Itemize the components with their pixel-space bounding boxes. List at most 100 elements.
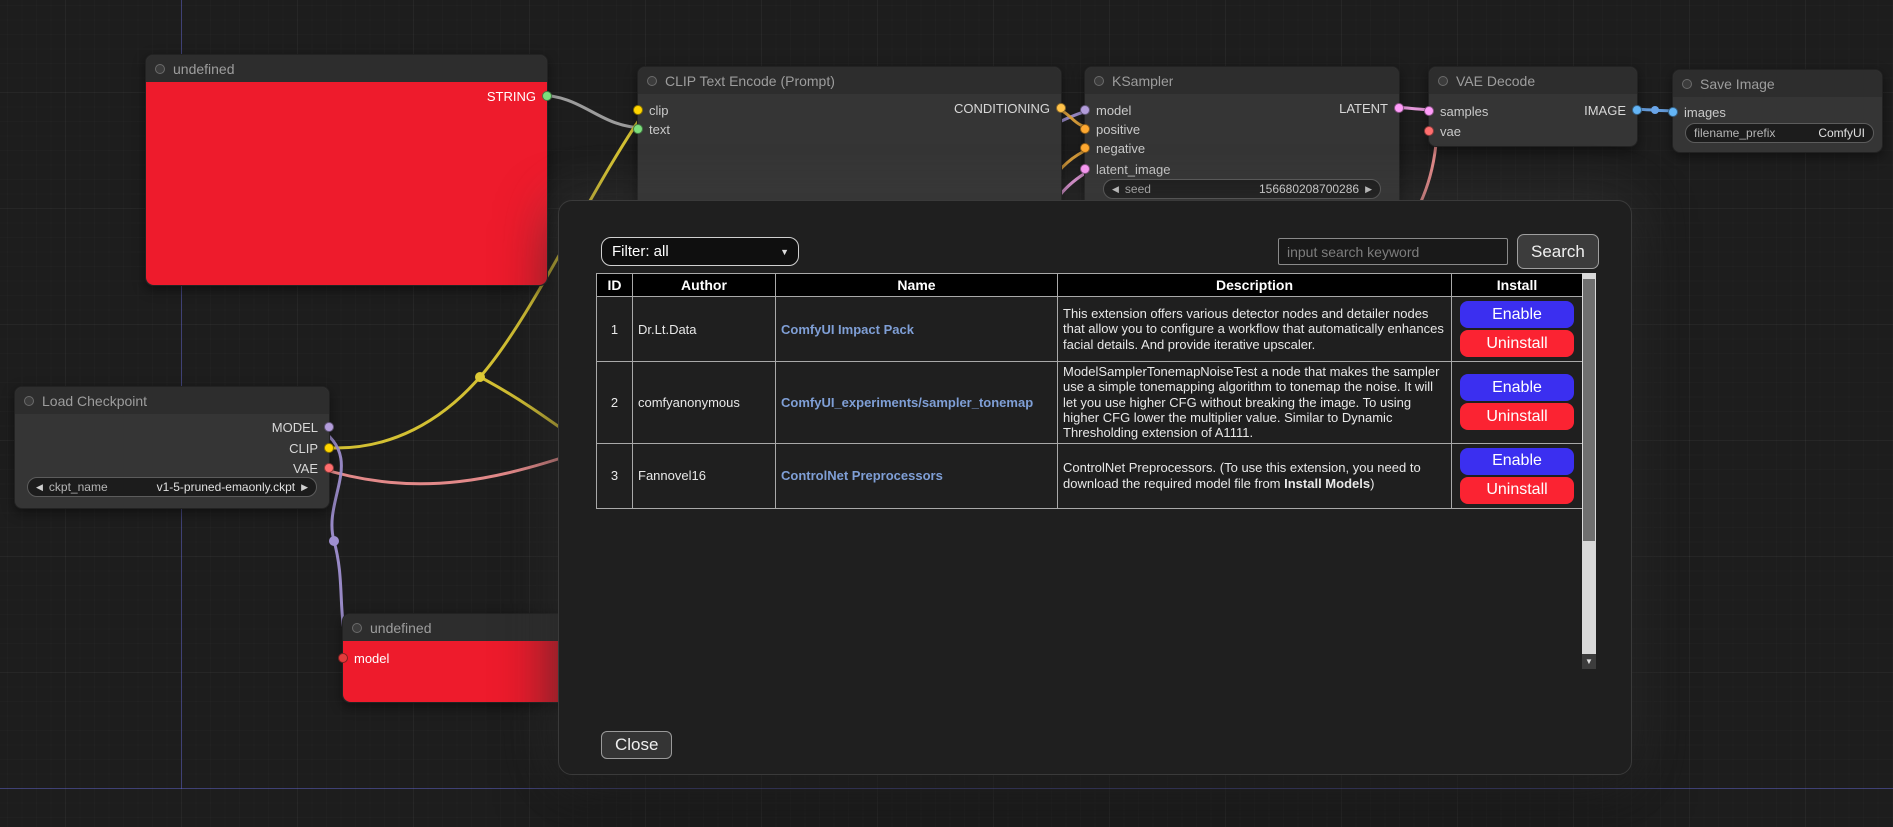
slot-dot[interactable] xyxy=(1080,164,1090,174)
node-title: undefined xyxy=(173,61,235,77)
slot-dot[interactable] xyxy=(633,105,643,115)
close-button[interactable]: Close xyxy=(601,731,672,759)
extension-link[interactable]: ComfyUI Impact Pack xyxy=(781,322,914,337)
search-button[interactable]: Search xyxy=(1517,234,1599,269)
uninstall-button[interactable]: Uninstall xyxy=(1460,477,1574,504)
collapse-dot-icon[interactable] xyxy=(1682,79,1692,89)
slot-label: vae xyxy=(1440,124,1461,139)
slot-dot[interactable] xyxy=(1632,105,1642,115)
slot-dot[interactable] xyxy=(1424,126,1434,136)
slot-dot[interactable] xyxy=(1080,124,1090,134)
slot-dot[interactable] xyxy=(338,653,348,663)
search-input[interactable] xyxy=(1278,238,1508,265)
extensions-table-body: 1Dr.Lt.DataComfyUI Impact PackThis exten… xyxy=(597,297,1583,509)
output-slot-image[interactable]: IMAGE xyxy=(1584,103,1642,117)
uninstall-button[interactable]: Uninstall xyxy=(1460,403,1574,430)
slot-dot[interactable] xyxy=(542,91,552,101)
input-slot-vae[interactable]: vae xyxy=(1424,124,1461,138)
uninstall-button[interactable]: Uninstall xyxy=(1460,330,1574,357)
slot-dot[interactable] xyxy=(1668,107,1678,117)
node-header[interactable]: undefined xyxy=(146,55,547,82)
filename-prefix-widget[interactable]: filename_prefix ComfyUI xyxy=(1685,123,1874,143)
arrow-right-icon[interactable]: ▶ xyxy=(301,482,308,493)
reroute-dot[interactable] xyxy=(1651,106,1659,114)
input-slot-model[interactable]: model xyxy=(338,651,389,665)
seed-widget[interactable]: ◀ seed 156680208700286 ▶ xyxy=(1103,179,1381,199)
slot-dot[interactable] xyxy=(1080,143,1090,153)
slot-label: STRING xyxy=(487,89,536,104)
node-graph-canvas[interactable]: undefined STRING CLIP Text Encode (Promp… xyxy=(0,0,1893,827)
slot-label: LATENT xyxy=(1339,101,1388,116)
slot-label: samples xyxy=(1440,104,1488,119)
node-vae-decode: VAE Decode samples vae IMAGE xyxy=(1428,66,1638,147)
slot-label: model xyxy=(354,651,389,666)
slot-dot[interactable] xyxy=(324,443,334,453)
slot-label: model xyxy=(1096,103,1131,118)
input-slot-clip[interactable]: clip xyxy=(633,103,669,117)
scrollbar-thumb[interactable] xyxy=(1583,279,1595,541)
extension-author-cell: comfyanonymous xyxy=(633,362,776,444)
collapse-dot-icon[interactable] xyxy=(352,623,362,633)
output-slot-vae[interactable]: VAE xyxy=(293,461,334,475)
extensions-table-wrap: ID Author Name Description Install 1Dr.L… xyxy=(596,273,1596,669)
filter-select[interactable]: Filter: all xyxy=(601,237,799,266)
ckpt-name-widget[interactable]: ◀ ckpt_name v1-5-pruned-emaonly.ckpt ▶ xyxy=(27,477,317,497)
node-header[interactable]: CLIP Text Encode (Prompt) xyxy=(638,67,1061,94)
slot-dot[interactable] xyxy=(324,463,334,473)
collapse-dot-icon[interactable] xyxy=(647,76,657,86)
slot-dot[interactable] xyxy=(1056,103,1066,113)
extension-link[interactable]: ControlNet Preprocessors xyxy=(781,468,943,483)
input-slot-model[interactable]: model xyxy=(1080,103,1131,117)
reroute-dot[interactable] xyxy=(329,536,339,546)
extension-description-cell: ModelSamplerTonemapNoiseTest a node that… xyxy=(1058,362,1452,444)
node-undefined-bottom: undefined model xyxy=(342,613,569,703)
scroll-down-arrow-icon[interactable]: ▼ xyxy=(1582,654,1596,669)
extension-id-cell: 3 xyxy=(597,443,633,508)
output-slot-clip[interactable]: CLIP xyxy=(289,441,334,455)
output-slot-model[interactable]: MODEL xyxy=(272,420,334,434)
node-load-checkpoint: Load Checkpoint MODEL CLIP VAE ◀ ckpt_na… xyxy=(14,386,330,509)
header-name: Name xyxy=(776,274,1058,297)
node-header[interactable]: KSampler xyxy=(1085,67,1399,94)
input-slot-negative[interactable]: negative xyxy=(1080,141,1145,155)
node-header[interactable]: undefined xyxy=(343,614,568,641)
extension-name-cell: ComfyUI_experiments/sampler_tonemap xyxy=(776,362,1058,444)
table-scrollbar[interactable]: ▼ xyxy=(1582,273,1596,669)
input-slot-images[interactable]: images xyxy=(1668,105,1726,119)
slot-label: IMAGE xyxy=(1584,103,1626,118)
output-slot-string[interactable]: STRING xyxy=(487,89,552,103)
output-slot-latent[interactable]: LATENT xyxy=(1339,101,1404,115)
widget-value: 156680208700286 xyxy=(1259,182,1359,196)
input-slot-latent-image[interactable]: latent_image xyxy=(1080,162,1170,176)
input-slot-positive[interactable]: positive xyxy=(1080,122,1140,136)
collapse-dot-icon[interactable] xyxy=(1094,76,1104,86)
slot-dot[interactable] xyxy=(1394,103,1404,113)
node-header[interactable]: VAE Decode xyxy=(1429,67,1637,94)
node-header[interactable]: Save Image xyxy=(1673,70,1882,97)
extension-link[interactable]: ComfyUI_experiments/sampler_tonemap xyxy=(781,395,1033,410)
reroute-dot[interactable] xyxy=(475,372,485,382)
extension-row: 2comfyanonymousComfyUI_experiments/sampl… xyxy=(597,362,1583,444)
node-header[interactable]: Load Checkpoint xyxy=(15,387,329,414)
output-slot-conditioning[interactable]: CONDITIONING xyxy=(954,101,1066,115)
arrow-right-icon[interactable]: ▶ xyxy=(1365,184,1372,195)
collapse-dot-icon[interactable] xyxy=(24,396,34,406)
arrow-left-icon[interactable]: ◀ xyxy=(1112,184,1119,195)
enable-button[interactable]: Enable xyxy=(1460,301,1574,328)
slot-dot[interactable] xyxy=(633,124,643,134)
collapse-dot-icon[interactable] xyxy=(1438,76,1448,86)
collapse-dot-icon[interactable] xyxy=(155,64,165,74)
slot-label: negative xyxy=(1096,141,1145,156)
slot-label: images xyxy=(1684,105,1726,120)
slot-dot[interactable] xyxy=(1424,106,1434,116)
widget-value: ComfyUI xyxy=(1818,126,1865,140)
node-title: KSampler xyxy=(1112,73,1173,89)
slot-dot[interactable] xyxy=(324,422,334,432)
input-slot-samples[interactable]: samples xyxy=(1424,104,1488,118)
node-undefined-top: undefined STRING xyxy=(145,54,548,286)
enable-button[interactable]: Enable xyxy=(1460,448,1574,475)
input-slot-text[interactable]: text xyxy=(633,122,670,136)
enable-button[interactable]: Enable xyxy=(1460,374,1574,401)
arrow-left-icon[interactable]: ◀ xyxy=(36,482,43,493)
slot-dot[interactable] xyxy=(1080,105,1090,115)
